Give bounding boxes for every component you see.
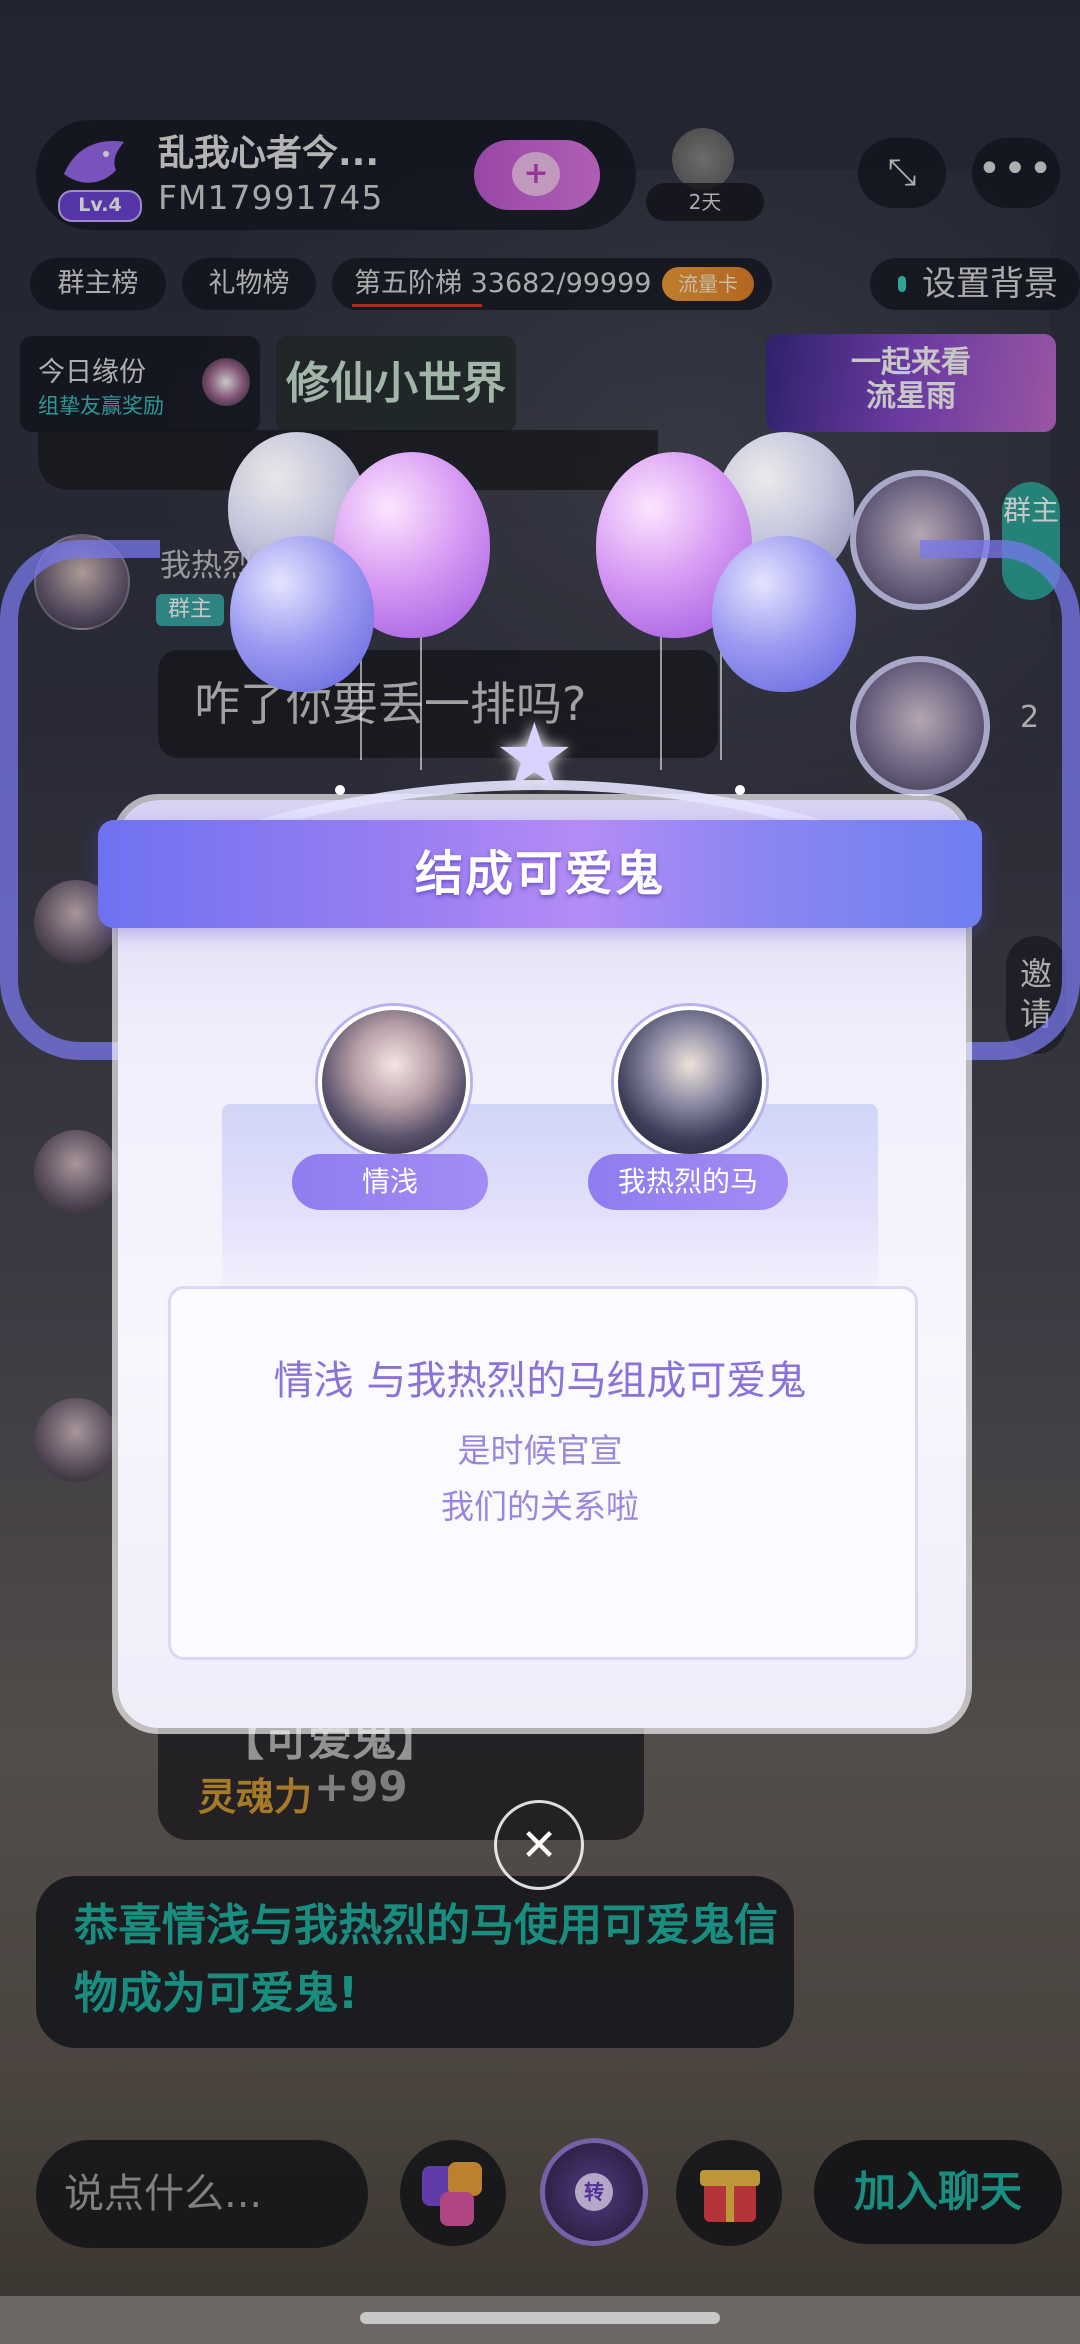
close-icon: ✕ xyxy=(520,1820,558,1871)
star-icon: ★ xyxy=(494,704,575,809)
announcement-line2: 是时候官宣 xyxy=(457,1431,623,1470)
modal-title: 结成可爱鬼 xyxy=(414,846,665,902)
right-user-name: 我热烈的马 xyxy=(588,1154,788,1210)
balloon-icon xyxy=(230,536,374,692)
left-user-avatar[interactable] xyxy=(318,1006,470,1158)
left-user-name: 情浅 xyxy=(292,1154,488,1210)
announcement-box xyxy=(168,1286,918,1660)
close-modal-button[interactable]: ✕ xyxy=(494,1800,584,1890)
announcement-line3: 我们的关系啦 xyxy=(441,1487,639,1526)
balloon-icon xyxy=(712,536,856,692)
right-user-avatar[interactable] xyxy=(614,1006,766,1158)
announcement-line1: 情浅 与我热烈的马组成可爱鬼 xyxy=(273,1358,807,1404)
